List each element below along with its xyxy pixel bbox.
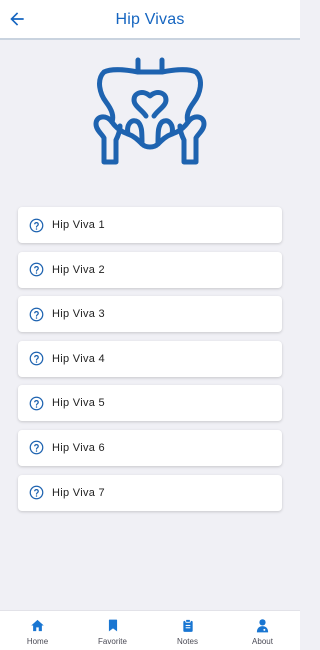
question-circle-icon bbox=[29, 351, 44, 366]
viva-list: Hip Viva 1 Hip Viva 2 Hip Viva 3 Hip Viv… bbox=[18, 207, 282, 519]
list-item[interactable]: Hip Viva 5 bbox=[18, 385, 282, 422]
list-item-label: Hip Viva 2 bbox=[52, 263, 105, 276]
list-item-label: Hip Viva 3 bbox=[52, 308, 105, 321]
nav-about[interactable]: About bbox=[225, 611, 300, 650]
doctor-icon bbox=[255, 617, 271, 633]
question-circle-icon bbox=[29, 440, 44, 455]
bookmark-icon bbox=[105, 617, 121, 633]
clipboard-icon bbox=[180, 617, 196, 633]
question-circle-icon bbox=[29, 307, 44, 322]
nav-favorite-label: Favorite bbox=[98, 637, 127, 646]
list-item[interactable]: Hip Viva 4 bbox=[18, 340, 282, 377]
nav-notes-label: Notes bbox=[177, 637, 198, 646]
nav-home[interactable]: Home bbox=[0, 611, 75, 650]
question-circle-icon bbox=[29, 218, 44, 233]
list-item[interactable]: Hip Viva 2 bbox=[18, 251, 282, 288]
list-item-label: Hip Viva 4 bbox=[52, 352, 105, 365]
list-item[interactable]: Hip Viva 3 bbox=[18, 296, 282, 333]
nav-notes[interactable]: Notes bbox=[150, 611, 225, 650]
question-circle-icon bbox=[29, 262, 44, 277]
app-screen: Hip Vivas Hip Viva 1 Hip Viva 2 Hip Viva… bbox=[0, 0, 300, 650]
pelvis-icon bbox=[93, 57, 207, 165]
list-item-label: Hip Viva 6 bbox=[52, 441, 105, 454]
list-item[interactable]: Hip Viva 6 bbox=[18, 429, 282, 466]
nav-about-label: About bbox=[252, 637, 273, 646]
list-item-label: Hip Viva 7 bbox=[52, 486, 105, 499]
question-circle-icon bbox=[29, 396, 44, 411]
bottom-navigation: Home Favorite Notes About bbox=[0, 610, 300, 650]
list-item[interactable]: Hip Viva 1 bbox=[18, 207, 282, 243]
hero-illustration bbox=[90, 50, 210, 170]
list-item-label: Hip Viva 1 bbox=[52, 219, 105, 231]
page-title: Hip Vivas bbox=[115, 11, 185, 28]
list-item[interactable]: Hip Viva 7 bbox=[18, 474, 282, 511]
nav-favorite[interactable]: Favorite bbox=[75, 611, 150, 650]
nav-home-label: Home bbox=[26, 637, 49, 646]
home-icon bbox=[30, 617, 46, 633]
list-item-label: Hip Viva 5 bbox=[52, 397, 105, 410]
question-circle-icon bbox=[29, 485, 44, 500]
app-header: Hip Vivas bbox=[0, 0, 300, 40]
